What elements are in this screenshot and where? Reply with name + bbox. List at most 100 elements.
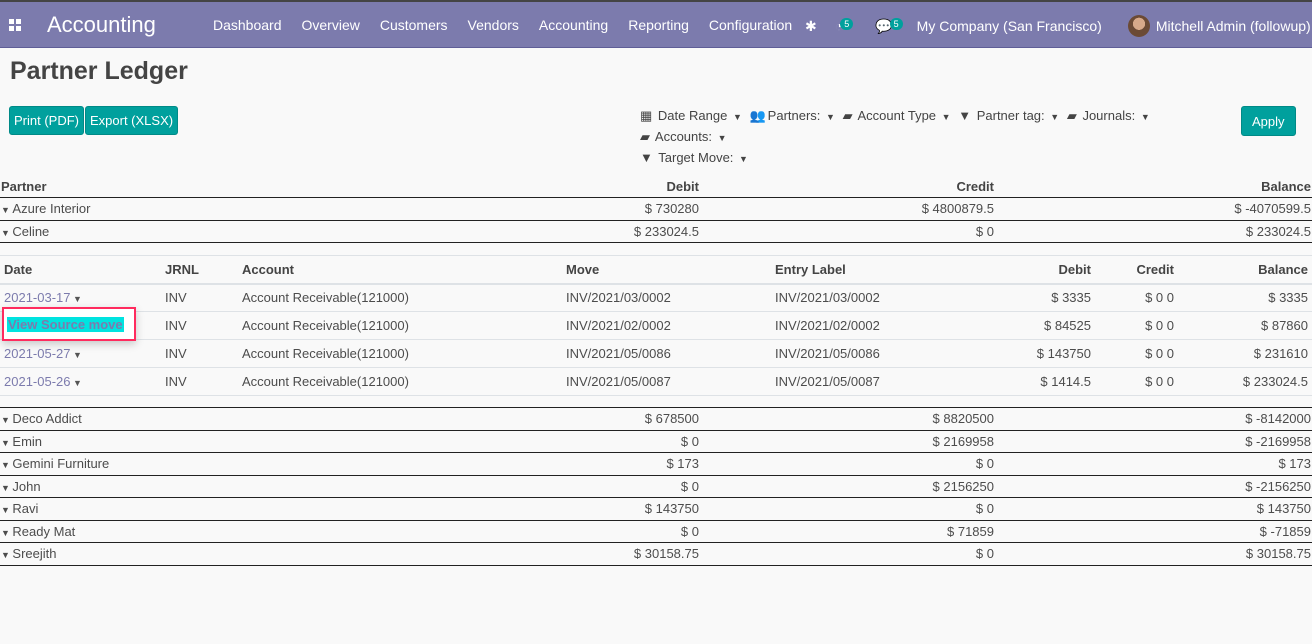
menu-dashboard[interactable]: Dashboard [213,17,282,33]
detail-balance: $ 233024.5 [1178,367,1312,396]
detail-balance: $ 231610 [1178,339,1312,368]
detail-date[interactable]: 2021-05-26 ▼ [0,367,161,396]
caret-down-icon[interactable]: ▼ [1,528,12,538]
partner-row[interactable]: ▼ Azure Interior $ 730280 $ 4800879.5 $ -40… [0,197,1312,221]
col-balance: Balance [1178,255,1312,285]
menu-configuration[interactable]: Configuration [709,17,792,33]
cell-text: $ 0 [975,546,994,562]
partner-name[interactable]: ▼ Celine [0,220,500,243]
detail-move: INV/2021/05/0087 [562,367,771,396]
user-menu[interactable]: Mitchell Admin (followup) [1156,18,1311,34]
cell-text: INV [165,346,187,361]
partner-row[interactable]: ▼ Ravi $ 143750 $ 0 $ 143750 [0,497,1312,521]
partner-name[interactable]: ▼ Ravi [0,497,500,521]
caret-down-icon[interactable]: ▼ [1,505,12,515]
user-avatar[interactable] [1127,15,1150,37]
col-partner: Partner [0,175,500,198]
caret-down-icon[interactable]: ▼ [71,294,82,304]
partner-debit: $ 0 [500,475,700,498]
messages-chat-icon[interactable]: 💬5 [875,17,903,35]
apply-button[interactable]: Apply [1241,106,1296,136]
partner-name[interactable]: ▼ Ready Mat [0,520,500,543]
caret-down-icon[interactable]: ▼ [1,438,12,448]
filter-account-type[interactable]: ▰ Account Type ▼ [843,108,953,123]
caret-down-icon[interactable]: ▼ [1,550,12,560]
calendar-icon: ▦ [640,108,653,123]
partner-name[interactable]: ▼ Azure Interior [0,197,500,221]
partner-name[interactable]: ▼ Sreejith [0,542,500,566]
menu-accounting[interactable]: Accounting [539,17,608,33]
cell-text: $ 0 [680,433,699,449]
caret-down-icon[interactable]: ▼ [1,460,12,470]
partner-row[interactable]: ▼ Celine $ 233024.5 $ 0 $ 233024.5 [0,220,1312,243]
filter-label: Accounts: [654,129,712,144]
caret-down-icon[interactable]: ▼ [1,205,12,215]
partner-row[interactable]: ▼ Deco Addict $ 678500 $ 8820500 $ -8142000 [0,407,1312,431]
caret-down-icon[interactable]: ▼ [1,483,12,493]
cell-text: $ 3335 [1268,290,1308,306]
filter-journals[interactable]: ▰ Journals: ▼ [1067,108,1152,123]
partner-debit: $ 0 [500,430,700,453]
detail-credit: $ 0 0 [1095,283,1178,312]
filter-accounts[interactable]: ▰ Accounts: ▼ [640,129,729,144]
activity-clock-icon[interactable]: ◔5 [835,18,854,34]
partner-debit: $ 0 [500,520,700,543]
cell-text: INV/2021/02/0002 [775,318,880,333]
partner-detail-table: Date JRNL Account Move Entry Label Debit… [0,255,1312,396]
partner-credit: $ 2156250 [700,475,995,498]
cell-text: Account Receivable(121000) [242,290,409,306]
detail-header: Date JRNL Account Move Entry Label Debit… [0,255,1312,285]
partner-row[interactable]: ▼ Ready Mat $ 0 $ 71859 $ -71859 [0,520,1312,543]
cell-text: INV/2021/05/0087 [775,374,880,389]
cell-text: 2021-03-17 [4,290,71,306]
cell-text: John [12,478,41,494]
col-entry-label: Entry Label [771,255,1000,285]
filter-partners[interactable]: 👥 Partners: ▼ [749,108,836,123]
cell-text: $ -2156250 [1245,478,1311,494]
apps-menu-icon[interactable] [9,19,21,31]
cell-text: Account Receivable(121000) [242,318,409,333]
partner-row[interactable]: ▼ Gemini Furniture $ 173 $ 0 $ 173 [0,452,1312,476]
cell-text: INV/2021/02/0002 [566,318,671,333]
filter-label: Journals: [1082,108,1136,123]
cell-text: $ 0 0 [1145,346,1174,361]
partner-row[interactable]: ▼ Sreejith $ 30158.75 $ 0 $ 30158.75 [0,542,1312,566]
menu-reporting[interactable]: Reporting [628,17,689,33]
partner-name[interactable]: ▼ Emin [0,430,500,453]
filter-date-range[interactable]: ▦ Date Range ▼ [640,108,744,123]
detail-date[interactable]: 2021-05-27 ▼ [0,339,161,368]
cell-text: $ -8142000 [1245,411,1311,427]
caret-down-icon[interactable]: ▼ [71,350,82,360]
menu-customers[interactable]: Customers [380,17,448,33]
menu-vendors[interactable]: Vendors [468,17,519,33]
debug-bug-icon[interactable]: ✱ [805,18,817,35]
filter-partner-tag[interactable]: ▼ Partner tag: ▼ [958,108,1061,123]
caret-down-icon[interactable]: ▼ [71,378,82,388]
caret-down-icon: ▼ [826,112,835,122]
filter-target-move[interactable]: ▼ Target Move: ▼ [640,150,750,165]
cell-text: INV/2021/03/0002 [775,290,880,306]
menu-overview[interactable]: Overview [302,17,360,33]
partner-row[interactable]: ▼ Emin $ 0 $ 2169958 $ -2169958 [0,430,1312,453]
partner-name[interactable]: ▼ John [0,475,500,498]
partner-balance: $ -2156250 [995,475,1312,498]
view-source-move-link[interactable]: View Source move [7,317,124,332]
print-pdf-button[interactable]: Print (PDF) [9,106,84,135]
col-debit: Debit [1000,255,1095,285]
export-xlsx-button[interactable]: Export (XLSX) [85,106,179,135]
caret-down-icon: ▼ [941,112,951,122]
detail-debit: $ 1414.5 [1000,367,1095,396]
partner-name[interactable]: ▼ Gemini Furniture [0,452,500,476]
filter-bar: ▦ Date Range ▼ 👥 Partners: ▼ ▰ Account Ty… [640,106,1200,169]
partner-row[interactable]: ▼ John $ 0 $ 2156250 $ -2156250 [0,475,1312,498]
cell-text: Sreejith [12,546,57,562]
cell-text: Gemini Furniture [12,456,110,472]
partner-credit: $ 0 [700,220,995,243]
caret-down-icon[interactable]: ▼ [1,415,12,425]
caret-down-icon[interactable]: ▼ [1,228,12,238]
cell-text: Account Receivable(121000) [242,374,409,389]
cell-text: 2021-05-26 [4,374,71,389]
partner-name[interactable]: ▼ Deco Addict [0,407,500,431]
cell-text: $ 231610 [1253,346,1308,361]
company-switcher[interactable]: My Company (San Francisco) [917,18,1102,34]
